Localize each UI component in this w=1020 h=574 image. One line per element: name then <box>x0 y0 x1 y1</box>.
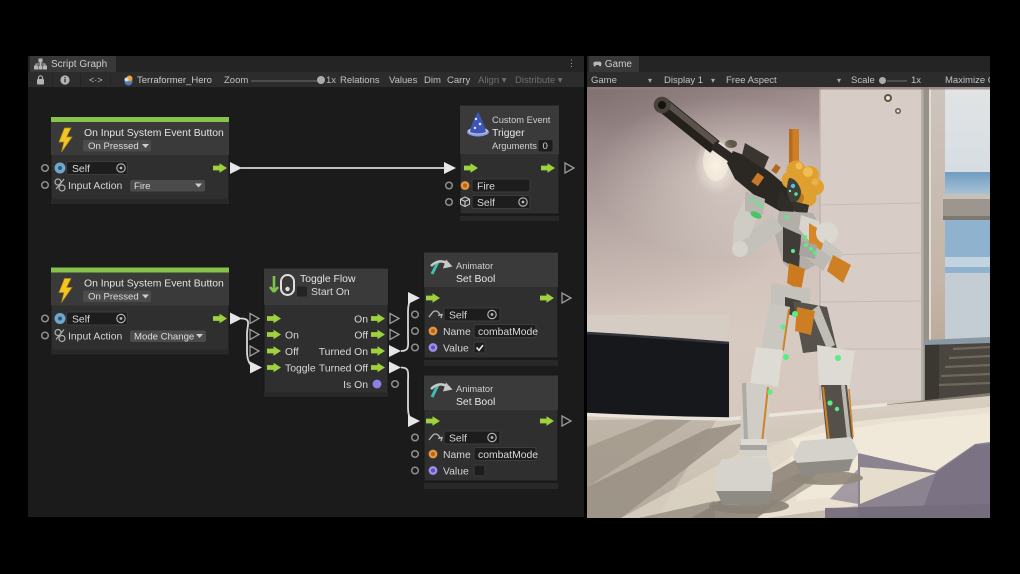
svg-text:Self: Self <box>477 198 495 209</box>
svg-text:Turned Off: Turned Off <box>319 364 368 375</box>
svg-text:On Pressed: On Pressed <box>88 292 139 303</box>
svg-text:Self: Self <box>72 315 90 326</box>
svg-text:Set Bool: Set Bool <box>456 274 495 285</box>
svg-text:Toggle Flow: Toggle Flow <box>300 274 356 285</box>
svg-text:On Input System Event Button: On Input System Event Button <box>84 128 224 139</box>
svg-text:Mode Change: Mode Change <box>134 332 194 343</box>
svg-text:Trigger: Trigger <box>492 128 525 139</box>
svg-text:Is On: Is On <box>343 380 368 391</box>
svg-text:On: On <box>285 331 299 342</box>
svg-text:On: On <box>354 315 368 326</box>
svg-text:Input Action: Input Action <box>68 181 123 192</box>
svg-text:Start On: Start On <box>311 287 350 298</box>
svg-text:Fire: Fire <box>134 181 151 192</box>
svg-text:Off: Off <box>285 347 299 358</box>
svg-text:Name: Name <box>443 450 471 461</box>
svg-text:On Input System Event Button: On Input System Event Button <box>84 279 224 290</box>
svg-text:Custom Event: Custom Event <box>492 115 551 125</box>
svg-text:Value: Value <box>443 467 469 478</box>
svg-text:combatMode: combatMode <box>478 327 538 338</box>
svg-text:Turned On: Turned On <box>319 347 369 358</box>
svg-text:Animator: Animator <box>456 261 493 271</box>
svg-text:0: 0 <box>543 141 548 152</box>
svg-text:Self: Self <box>449 311 467 322</box>
svg-text:combatMode: combatMode <box>478 450 538 461</box>
svg-text:On Pressed: On Pressed <box>88 141 139 152</box>
svg-text:Off: Off <box>354 331 368 342</box>
svg-text:Set Bool: Set Bool <box>456 397 495 408</box>
svg-text:Fire: Fire <box>477 182 495 193</box>
svg-text:Input Action: Input Action <box>68 332 123 343</box>
svg-text:Name: Name <box>443 327 471 338</box>
svg-text:Arguments: Arguments <box>492 141 537 151</box>
svg-text:Toggle: Toggle <box>285 364 316 375</box>
svg-text:Self: Self <box>72 164 90 175</box>
svg-text:Animator: Animator <box>456 384 493 394</box>
svg-text:Self: Self <box>449 434 467 445</box>
svg-text:Value: Value <box>443 344 469 355</box>
